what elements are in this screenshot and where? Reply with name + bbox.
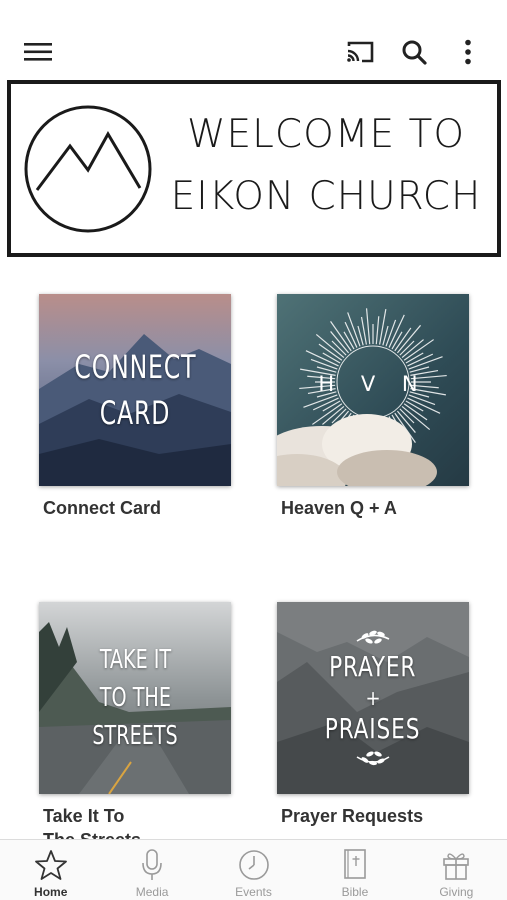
heaven-qa-tile[interactable]: H V N bbox=[277, 294, 469, 486]
tab-label: Bible bbox=[341, 885, 369, 899]
art-line: PRAISES bbox=[325, 712, 421, 745]
take-it-to-the-streets-tile[interactable]: TAKE IT TO THE STREETS bbox=[39, 602, 231, 794]
welcome-line-2: EIKON CHURCH bbox=[170, 174, 482, 219]
welcome-text: WELCOME TO EIKON CHURCH bbox=[161, 104, 491, 228]
tab-events[interactable]: Events bbox=[203, 840, 304, 900]
tab-home[interactable]: Home bbox=[0, 840, 101, 900]
art-line: TO THE bbox=[99, 683, 171, 713]
tab-bible[interactable]: Bible bbox=[304, 840, 405, 900]
cast-icon[interactable] bbox=[344, 36, 376, 68]
app-bar bbox=[0, 0, 507, 80]
caption-line: Take It To bbox=[43, 806, 125, 826]
tab-label: Home bbox=[34, 885, 68, 899]
star-icon bbox=[34, 850, 67, 880]
tab-label: Events bbox=[235, 885, 272, 899]
streets-art-text: TAKE IT TO THE STREETS bbox=[39, 602, 231, 794]
connect-card-caption[interactable]: Connect Card bbox=[43, 496, 243, 520]
leaf-ornament-icon bbox=[356, 751, 390, 766]
clock-icon bbox=[238, 850, 269, 880]
microphone-icon bbox=[142, 849, 162, 880]
search-icon[interactable] bbox=[398, 36, 430, 68]
tab-giving[interactable]: Giving bbox=[406, 840, 507, 900]
art-line: TAKE IT bbox=[99, 645, 171, 675]
prayer-art-text: PRAYER + PRAISES bbox=[277, 602, 469, 794]
hamburger-menu-icon[interactable] bbox=[22, 36, 54, 68]
bottom-tab-bar: Home Media Events Bible Giving bbox=[0, 839, 507, 900]
heaven-art-text: H V N bbox=[318, 372, 428, 396]
art-line: CARD bbox=[99, 394, 171, 432]
connect-card-tile[interactable]: CONNECT CARD bbox=[39, 294, 231, 486]
tab-label: Media bbox=[135, 885, 169, 899]
more-vertical-icon[interactable] bbox=[452, 36, 484, 68]
connect-card-art-text: CONNECT CARD bbox=[39, 294, 231, 486]
leaf-ornament-icon bbox=[356, 630, 390, 644]
gift-icon bbox=[443, 853, 470, 880]
welcome-banner: WELCOME TO EIKON CHURCH bbox=[7, 80, 501, 257]
art-line: STREETS bbox=[92, 721, 178, 751]
welcome-line-1: WELCOME TO bbox=[186, 112, 466, 157]
bible-icon bbox=[344, 849, 366, 879]
caption-line: The Streets bbox=[43, 828, 243, 839]
heaven-qa-caption[interactable]: Heaven Q + A bbox=[281, 496, 481, 520]
art-plus: + bbox=[365, 686, 381, 710]
take-it-to-the-streets-caption[interactable]: Take It To The Streets bbox=[43, 804, 243, 839]
art-line: CONNECT bbox=[74, 348, 196, 386]
prayer-requests-caption[interactable]: Prayer Requests bbox=[281, 804, 481, 828]
tab-media[interactable]: Media bbox=[101, 840, 202, 900]
art-line: PRAYER bbox=[329, 650, 417, 683]
tab-label: Giving bbox=[439, 885, 474, 899]
mountain-logo-icon bbox=[24, 105, 152, 233]
prayer-requests-tile[interactable]: PRAYER + PRAISES bbox=[277, 602, 469, 794]
